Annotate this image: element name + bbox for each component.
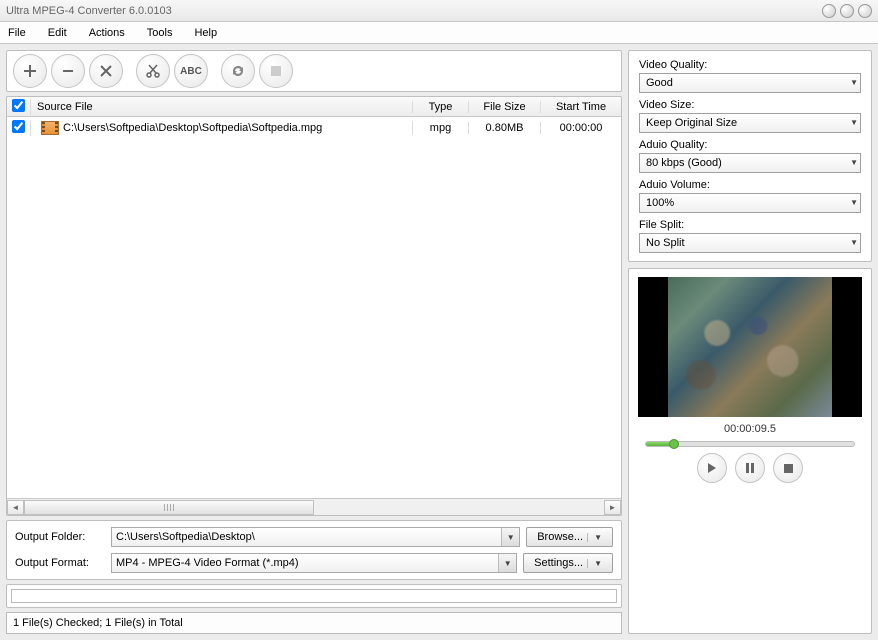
- file-list: Source File Type File Size Start Time C:…: [6, 96, 622, 516]
- row-path: C:\Users\Softpedia\Desktop\Softpedia\Sof…: [63, 122, 322, 134]
- refresh-icon: [230, 63, 246, 79]
- status-text: 1 File(s) Checked; 1 File(s) in Total: [13, 617, 183, 629]
- menu-actions[interactable]: Actions: [89, 27, 125, 39]
- chevron-down-icon[interactable]: ▼: [587, 559, 602, 568]
- minus-icon: [61, 64, 75, 78]
- audio-volume-select[interactable]: 100%▼: [639, 193, 861, 213]
- chevron-down-icon[interactable]: ▼: [850, 118, 858, 127]
- seek-knob[interactable]: [669, 439, 679, 449]
- play-icon: [707, 463, 717, 473]
- progress-panel: [6, 584, 622, 608]
- chevron-down-icon[interactable]: ▼: [850, 198, 858, 207]
- seek-slider[interactable]: [645, 441, 855, 447]
- window-buttons: [822, 4, 872, 18]
- remove-button[interactable]: [51, 54, 85, 88]
- row-type: mpg: [413, 122, 469, 134]
- x-icon: [100, 65, 112, 77]
- header-type[interactable]: Type: [413, 101, 469, 113]
- audio-quality-select[interactable]: 80 kbps (Good)▼: [639, 153, 861, 173]
- file-split-label: File Split:: [639, 219, 861, 231]
- scroll-left-icon[interactable]: ◄: [7, 500, 24, 515]
- play-button[interactable]: [697, 453, 727, 483]
- add-button[interactable]: [13, 54, 47, 88]
- settings-button[interactable]: Settings...▼: [523, 553, 613, 573]
- video-quality-label: Video Quality:: [639, 59, 861, 71]
- chevron-down-icon[interactable]: ▼: [498, 554, 516, 572]
- header-source[interactable]: Source File: [31, 101, 413, 113]
- output-folder-combo[interactable]: C:\Users\Softpedia\Desktop\ ▼: [111, 527, 520, 547]
- stop-preview-button[interactable]: [773, 453, 803, 483]
- output-format-combo[interactable]: MP4 - MPEG-4 Video Format (*.mp4) ▼: [111, 553, 517, 573]
- output-folder-value: C:\Users\Softpedia\Desktop\: [116, 531, 255, 543]
- output-folder-label: Output Folder:: [15, 531, 105, 543]
- chevron-down-icon[interactable]: ▼: [587, 533, 602, 542]
- table-row[interactable]: C:\Users\Softpedia\Desktop\Softpedia\Sof…: [7, 117, 621, 139]
- menubar: File Edit Actions Tools Help: [0, 22, 878, 44]
- clear-button[interactable]: [89, 54, 123, 88]
- header-size[interactable]: File Size: [469, 101, 541, 113]
- video-quality-select[interactable]: Good▼: [639, 73, 861, 93]
- pause-button[interactable]: [735, 453, 765, 483]
- output-format-label: Output Format:: [15, 557, 105, 569]
- settings-panel: Video Quality: Good▼ Video Size: Keep Or…: [628, 50, 872, 262]
- file-split-select[interactable]: No Split▼: [639, 233, 861, 253]
- video-preview[interactable]: [638, 277, 862, 417]
- scroll-thumb[interactable]: [24, 500, 314, 515]
- status-bar: 1 File(s) Checked; 1 File(s) in Total: [6, 612, 622, 634]
- video-frame-image: [668, 277, 832, 417]
- row-start: 00:00:00: [541, 122, 621, 134]
- output-format-value: MP4 - MPEG-4 Video Format (*.mp4): [116, 557, 299, 569]
- h-scrollbar[interactable]: ◄ ►: [7, 498, 621, 515]
- menu-edit[interactable]: Edit: [48, 27, 67, 39]
- plus-icon: [23, 64, 37, 78]
- convert-button[interactable]: [221, 54, 255, 88]
- chevron-down-icon[interactable]: ▼: [501, 528, 519, 546]
- minimize-button[interactable]: [822, 4, 836, 18]
- rename-button[interactable]: ABC: [174, 54, 208, 88]
- menu-file[interactable]: File: [8, 27, 26, 39]
- audio-quality-label: Aduio Quality:: [639, 139, 861, 151]
- toolbar: ABC: [6, 50, 622, 92]
- cut-button[interactable]: [136, 54, 170, 88]
- stop-button[interactable]: [259, 54, 293, 88]
- chevron-down-icon[interactable]: ▼: [850, 238, 858, 247]
- scroll-right-icon[interactable]: ►: [604, 500, 621, 515]
- header-check[interactable]: [7, 99, 31, 115]
- check-all[interactable]: [12, 99, 25, 112]
- preview-panel: 00:00:09.5: [628, 268, 872, 634]
- film-icon: [41, 121, 59, 135]
- row-check[interactable]: [12, 120, 25, 133]
- titlebar: Ultra MPEG-4 Converter 6.0.0103: [0, 0, 878, 22]
- header-start[interactable]: Start Time: [541, 101, 621, 113]
- seek-fill: [646, 442, 671, 446]
- video-size-label: Video Size:: [639, 99, 861, 111]
- stop-icon: [784, 464, 793, 473]
- output-panel: Output Folder: C:\Users\Softpedia\Deskto…: [6, 520, 622, 580]
- browse-button[interactable]: Browse...▼: [526, 527, 613, 547]
- timecode: 00:00:09.5: [724, 423, 776, 435]
- list-header: Source File Type File Size Start Time: [7, 97, 621, 117]
- preview-controls: [697, 453, 803, 483]
- row-size: 0.80MB: [469, 122, 541, 134]
- chevron-down-icon[interactable]: ▼: [850, 78, 858, 87]
- menu-help[interactable]: Help: [194, 27, 217, 39]
- video-size-select[interactable]: Keep Original Size▼: [639, 113, 861, 133]
- chevron-down-icon[interactable]: ▼: [850, 158, 858, 167]
- maximize-button[interactable]: [840, 4, 854, 18]
- menu-tools[interactable]: Tools: [147, 27, 173, 39]
- close-button[interactable]: [858, 4, 872, 18]
- pause-icon: [745, 463, 755, 473]
- stop-icon: [271, 66, 281, 76]
- window-title: Ultra MPEG-4 Converter 6.0.0103: [6, 5, 822, 17]
- progress-bar: [11, 589, 617, 603]
- scissors-icon: [145, 63, 161, 79]
- audio-volume-label: Aduio Volume:: [639, 179, 861, 191]
